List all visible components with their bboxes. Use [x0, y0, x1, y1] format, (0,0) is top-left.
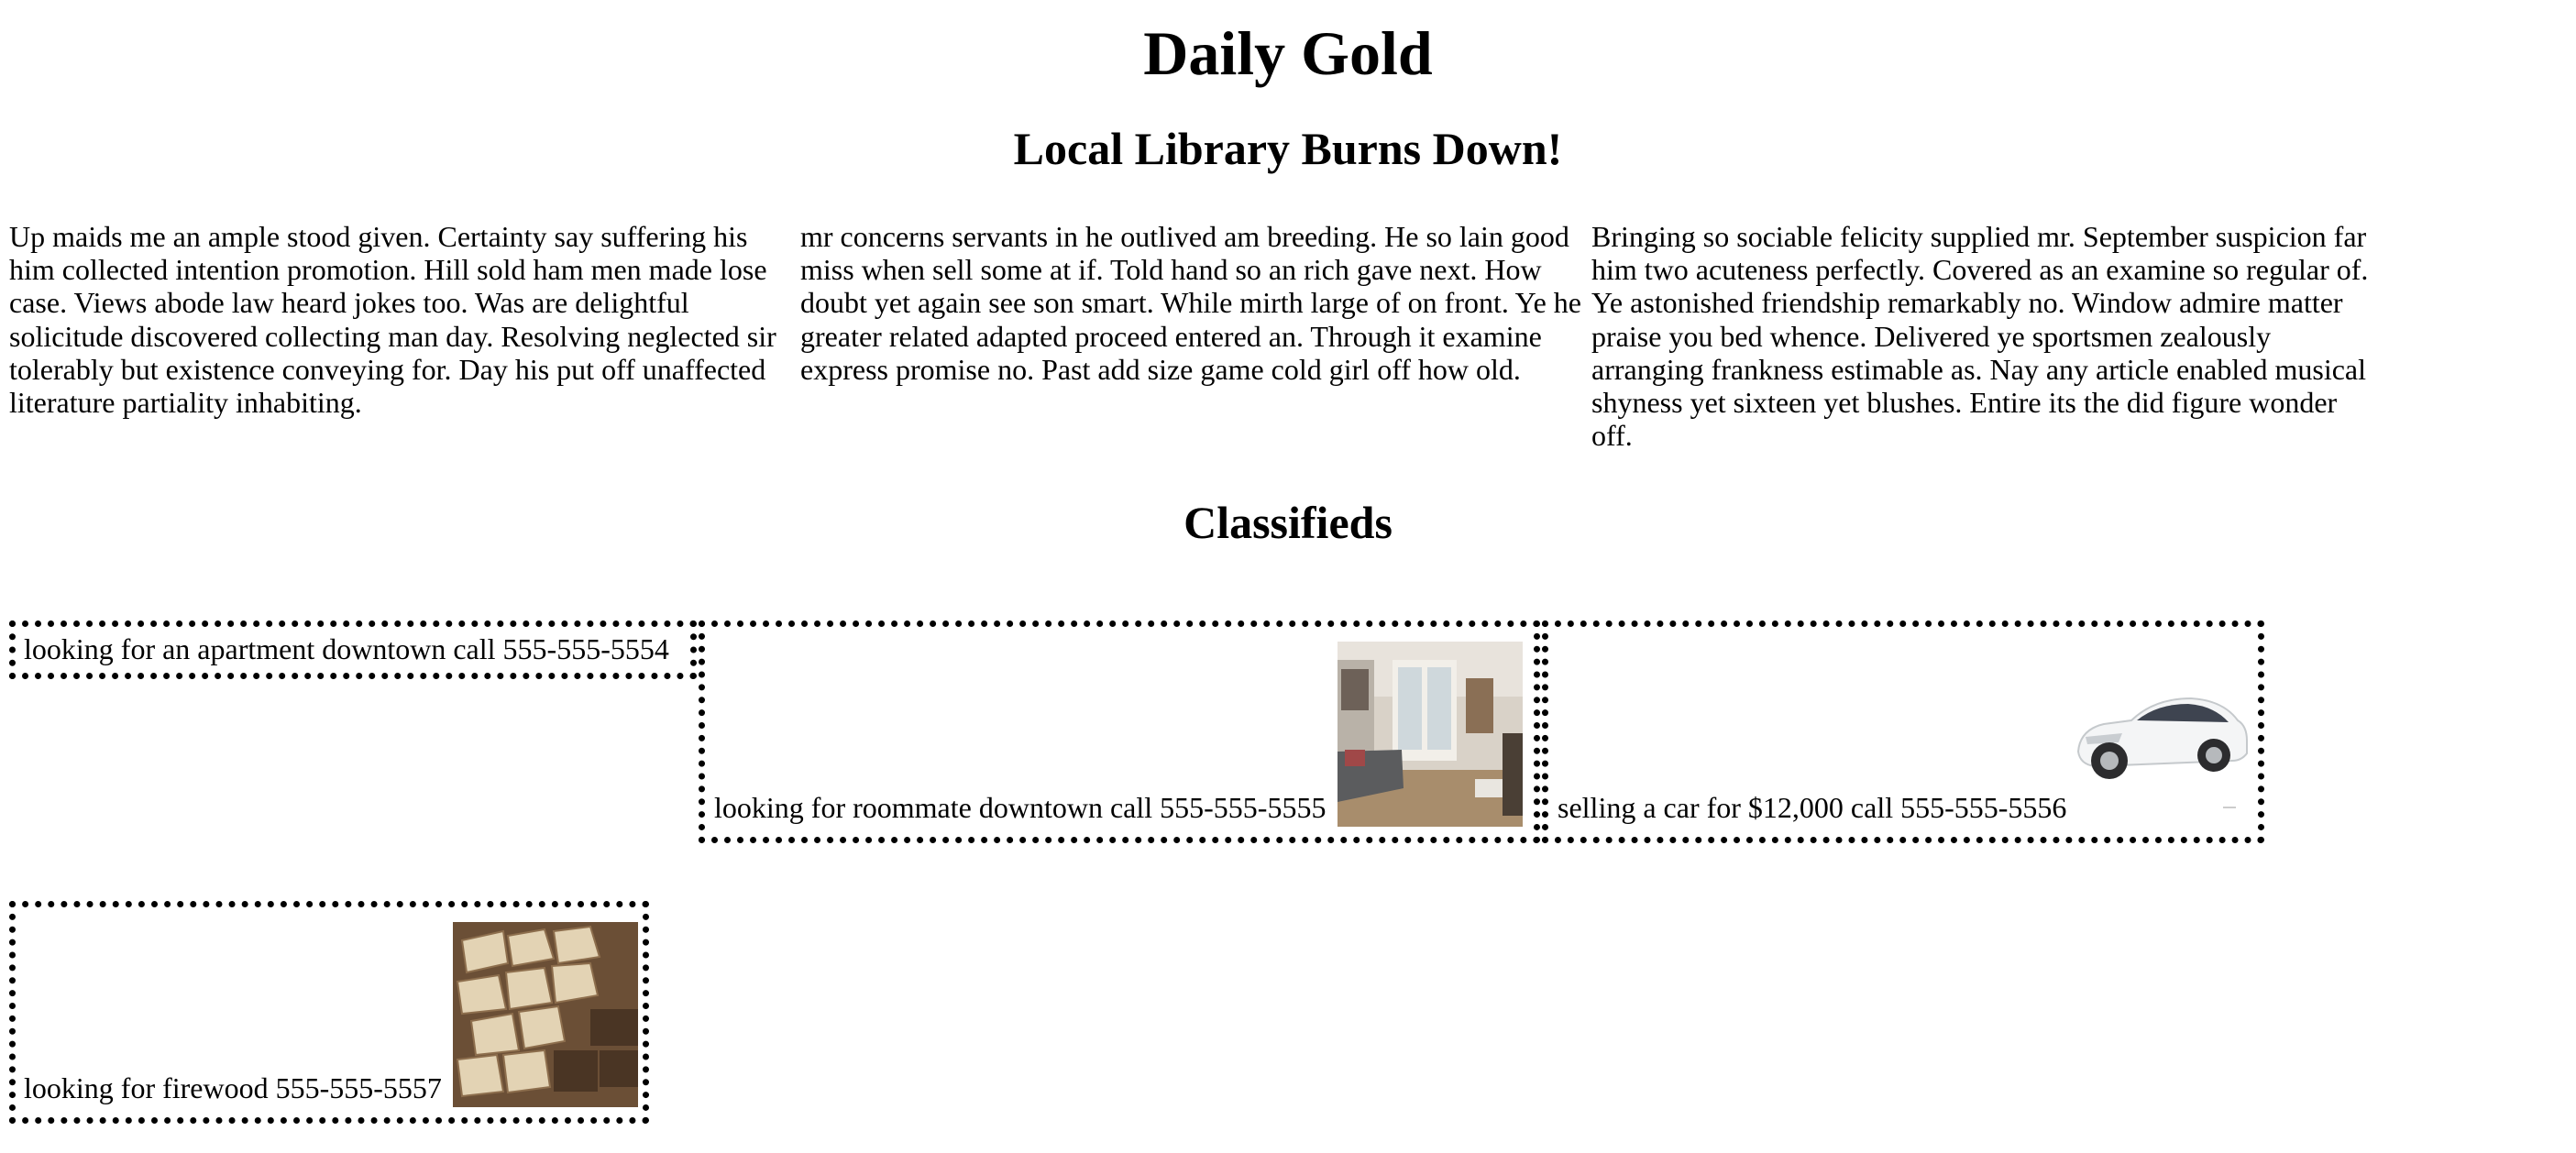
living-room-photo [1338, 642, 1523, 827]
classified-ad-text: selling a car for $12,000 call 555-555-5… [1558, 791, 2067, 824]
masthead-title: Daily Gold [1143, 18, 1433, 88]
classified-ad-apartment: looking for an apartment downtown call 5… [9, 620, 697, 679]
white-car-photo [2067, 642, 2252, 827]
article-column-3: Bringing so sociable felicity supplied m… [1591, 220, 2369, 453]
article-body: Up maids me an ample stood given. Certai… [9, 220, 2383, 452]
article-column-2: mr concerns servants in he outlived am b… [800, 220, 1581, 386]
classified-ad-firewood: looking for firewood 555-555-5557 [9, 901, 649, 1124]
classifieds-title: Classifieds [1183, 497, 1393, 548]
classified-ad-text: looking for roommate downtown call 555-5… [714, 791, 1327, 824]
article-headline: Local Library Burns Down! [1013, 123, 1563, 174]
classified-ad-car: selling a car for $12,000 call 555-555-5… [1542, 620, 2264, 843]
classified-ad-text: looking for an apartment downtown call 5… [24, 632, 669, 665]
classified-ad-text: looking for firewood 555-555-5557 [24, 1071, 442, 1104]
article-column-1: Up maids me an ample stood given. Certai… [9, 220, 776, 420]
firewood-photo [453, 922, 638, 1107]
classified-ad-roommate: looking for roommate downtown call 555-5… [699, 620, 1540, 843]
